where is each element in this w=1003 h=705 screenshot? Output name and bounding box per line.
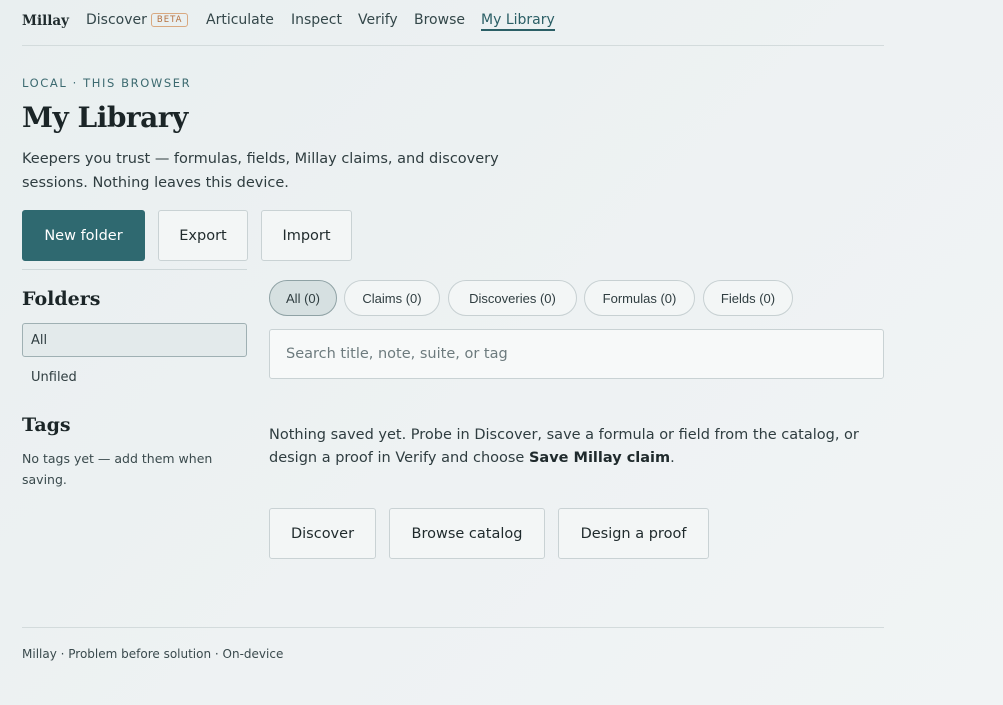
filter-chip-discoveries[interactable]: Discoveries (0) xyxy=(448,280,577,316)
filter-chip-formulas[interactable]: Formulas (0) xyxy=(584,280,695,316)
empty-state-message: Nothing saved yet. Probe in Discover, sa… xyxy=(269,424,884,470)
new-folder-button[interactable]: New folder xyxy=(22,210,145,261)
nav-item-my-library[interactable]: My Library xyxy=(481,12,555,31)
page-title: My Library xyxy=(22,101,188,134)
folders-heading: Folders xyxy=(22,288,101,310)
top-nav: Millay Discover BETA Articulate Inspect V… xyxy=(22,0,884,46)
folder-item-unfiled[interactable]: Unfiled xyxy=(22,360,247,394)
design-proof-button[interactable]: Design a proof xyxy=(558,508,709,559)
browse-catalog-button[interactable]: Browse catalog xyxy=(389,508,545,559)
folder-item-all[interactable]: All xyxy=(22,323,247,357)
footer-divider xyxy=(22,627,884,628)
beta-badge: BETA xyxy=(150,13,189,27)
tags-empty-note: No tags yet — add them when saving. xyxy=(22,451,213,487)
empty-state-emphasis: Save Millay claim xyxy=(528,450,671,466)
search-input[interactable] xyxy=(269,329,884,379)
brand-logo[interactable]: Millay xyxy=(22,13,69,29)
export-button[interactable]: Export xyxy=(158,210,248,261)
page-eyebrow: LOCAL · THIS BROWSER xyxy=(22,76,192,90)
page-description: Keepers you trust — formulas, fields, Mi… xyxy=(22,151,499,191)
import-button[interactable]: Import xyxy=(261,210,352,261)
nav-item-discover[interactable]: Discover BETA xyxy=(86,12,189,28)
nav-item-verify[interactable]: Verify xyxy=(358,12,398,28)
filter-chip-fields[interactable]: Fields (0) xyxy=(703,280,793,316)
empty-state-period: . xyxy=(670,450,675,466)
tags-heading: Tags xyxy=(22,414,71,436)
footer-text: Millay · Problem before solution · On-de… xyxy=(22,647,284,661)
page: Millay Discover BETA Articulate Inspect V… xyxy=(22,0,884,661)
nav-item-articulate[interactable]: Articulate xyxy=(206,12,274,28)
sidebar-divider xyxy=(22,269,247,270)
nav-item-browse[interactable]: Browse xyxy=(414,12,465,28)
discover-button[interactable]: Discover xyxy=(269,508,376,559)
nav-item-inspect[interactable]: Inspect xyxy=(291,12,342,28)
filter-chip-claims[interactable]: Claims (0) xyxy=(344,280,440,316)
filter-chip-all[interactable]: All (0) xyxy=(269,280,337,316)
nav-item-label: Discover xyxy=(86,12,147,28)
